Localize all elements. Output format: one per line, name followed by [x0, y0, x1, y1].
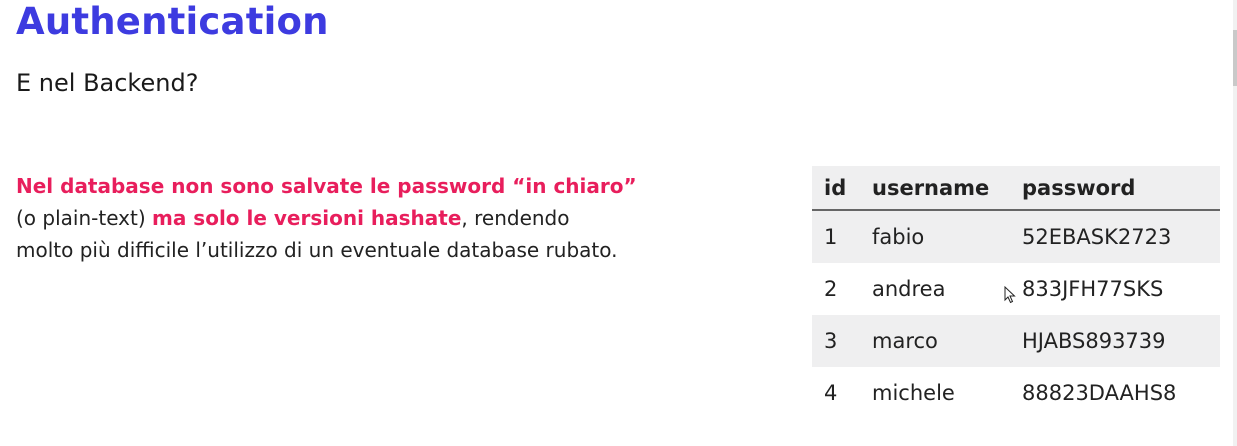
table-row: 4 michele 88823DAAHS8: [812, 367, 1220, 419]
highlight-text-hashed: ma solo le versioni hashate: [152, 206, 462, 230]
cell-username: marco: [872, 315, 1022, 367]
cell-password: 833JFH77SKS: [1022, 263, 1220, 315]
scrollbar[interactable]: [1233, 0, 1237, 446]
cell-id: 2: [812, 263, 872, 315]
column-header-id: id: [812, 166, 872, 211]
cell-id: 1: [812, 210, 872, 263]
slide-paragraph: Nel database non sono salvate le passwor…: [16, 170, 736, 266]
paragraph-text: (o plain-text): [16, 206, 152, 230]
cell-password: HJABS893739: [1022, 315, 1220, 367]
table-row: 3 marco HJABS893739: [812, 315, 1220, 367]
table-row: 2 andrea 833JFH77SKS: [812, 263, 1220, 315]
paragraph-text: molto più difficile l’utilizzo di un eve…: [16, 238, 618, 262]
mouse-pointer-icon: [1004, 286, 1016, 304]
table-row: 1 fabio 52EBASK2723: [812, 210, 1220, 263]
column-header-username: username: [872, 166, 1022, 211]
slide-subtitle: E nel Backend?: [16, 69, 199, 97]
cell-password: 52EBASK2723: [1022, 210, 1220, 263]
cell-id: 3: [812, 315, 872, 367]
cell-id: 4: [812, 367, 872, 419]
table-header-row: id username password: [812, 166, 1220, 211]
paragraph-text: , rendendo: [461, 206, 570, 230]
cell-username: fabio: [872, 210, 1022, 263]
cell-username: andrea: [872, 263, 1022, 315]
slide-title: Authentication: [16, 0, 329, 43]
scrollbar-thumb[interactable]: [1233, 30, 1237, 86]
cell-password: 88823DAAHS8: [1022, 367, 1220, 419]
column-header-password: password: [1022, 166, 1220, 211]
highlight-text-plaintext: Nel database non sono salvate le passwor…: [16, 174, 637, 198]
cell-username: michele: [872, 367, 1022, 419]
users-table: id username password 1 fabio 52EBASK2723…: [812, 166, 1220, 419]
